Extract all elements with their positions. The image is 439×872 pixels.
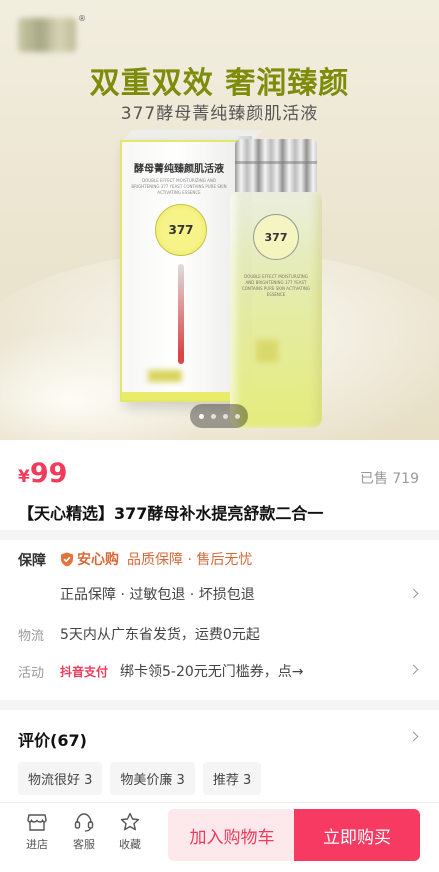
activity-label: 活动: [18, 666, 45, 681]
bottle-small-text: DOUBLE EFFECT MOISTURIZING AND BRIGHTENI…: [241, 274, 310, 297]
shipping-label: 物流: [18, 629, 45, 644]
store-label: 进店: [26, 838, 48, 851]
box-small-text: DOUBLE EFFECT MOISTURIZING AND BRIGHTENI…: [131, 178, 227, 195]
bottom-action-bar: 进店 客服 收藏 加入购物车 立即购买: [0, 802, 439, 872]
headset-icon: [74, 813, 94, 832]
registered-mark: ®: [78, 14, 86, 23]
star-icon: [120, 812, 140, 831]
carousel-indicator: [190, 404, 248, 428]
bottle-logo-blurred: [256, 340, 278, 362]
box-badge: 377: [155, 204, 207, 256]
price-value: 99: [29, 458, 68, 489]
add-to-cart-button[interactable]: 加入购物车: [168, 809, 296, 861]
buy-now-button[interactable]: 立即购买: [294, 809, 420, 861]
box-title: 酵母菁纯臻颜肌活液: [134, 164, 224, 175]
service-label: 客服: [73, 838, 95, 851]
box-stripe: [122, 392, 236, 400]
review-tag[interactable]: 物美价廉 3: [110, 762, 195, 795]
activity-text: 绑卡领5-20元无门槛券，点→: [120, 664, 304, 680]
carousel-dot[interactable]: [198, 413, 204, 419]
currency-symbol: ¥: [18, 467, 30, 487]
chevron-right-icon[interactable]: [408, 731, 419, 742]
price: ¥99: [18, 458, 67, 489]
guarantee-row[interactable]: 安心购 品质保障 · 售后无忧: [60, 549, 252, 569]
review-tag[interactable]: 推荐 3: [202, 762, 262, 795]
section-divider: [0, 530, 439, 540]
reviews-title[interactable]: 评价(67): [18, 727, 87, 751]
product-image-carousel[interactable]: ® 双重双效 奢润臻颜 377酵母菁纯臻颜肌活液 酵母菁纯臻颜肌活液 DOUBL…: [0, 0, 439, 440]
chevron-right-icon[interactable]: [408, 664, 419, 675]
guarantee-brand: 安心购: [77, 552, 119, 568]
product-box: 酵母菁纯臻颜肌活液 DOUBLE EFFECT MOISTURIZING AND…: [120, 140, 238, 402]
favorite-label: 收藏: [119, 838, 141, 851]
box-label-blurred: [148, 370, 182, 382]
review-tags: 物流很好 3 物美价廉 3 推荐 3: [18, 762, 262, 795]
store-icon: [27, 814, 47, 831]
activity-row[interactable]: 抖音支付 绑卡领5-20元无门槛券，点→: [60, 661, 304, 681]
guarantee-features: 品质保障 · 售后无忧: [127, 552, 253, 568]
customer-service-button[interactable]: 客服: [63, 811, 105, 852]
store-button[interactable]: 进店: [16, 811, 58, 852]
guarantee-label: 保障: [18, 553, 46, 569]
box-thermometer-graphic: [178, 264, 184, 364]
shipping-info: 5天内从广东省发货，运费0元起: [60, 627, 260, 643]
brand-logo: [18, 18, 76, 52]
guarantee-details[interactable]: 正品保障 · 过敏包退 · 坏损包退: [60, 584, 255, 604]
carousel-dot[interactable]: [222, 413, 228, 419]
bottle-cap: [235, 139, 317, 193]
product-title: 【天心精选】377酵母补水提亮舒款二合一: [18, 504, 324, 523]
favorite-button[interactable]: 收藏: [109, 811, 151, 852]
chevron-right-icon[interactable]: [408, 588, 419, 599]
hero-headline: 双重双效 奢润臻颜: [89, 66, 350, 101]
review-tag[interactable]: 物流很好 3: [18, 762, 103, 795]
section-divider: [0, 700, 439, 710]
shield-icon: [61, 552, 73, 566]
carousel-dot[interactable]: [210, 413, 216, 419]
bottle-badge: 377: [253, 214, 299, 260]
carousel-dot[interactable]: [234, 413, 240, 419]
hero-subline: 377酵母菁纯臻颜肌活液: [120, 104, 319, 124]
product-bottle: 377 DOUBLE EFFECT MOISTURIZING AND BRIGH…: [230, 192, 322, 428]
sold-count: 已售 719: [359, 471, 419, 487]
douyin-pay-tag: 抖音支付: [60, 664, 109, 679]
